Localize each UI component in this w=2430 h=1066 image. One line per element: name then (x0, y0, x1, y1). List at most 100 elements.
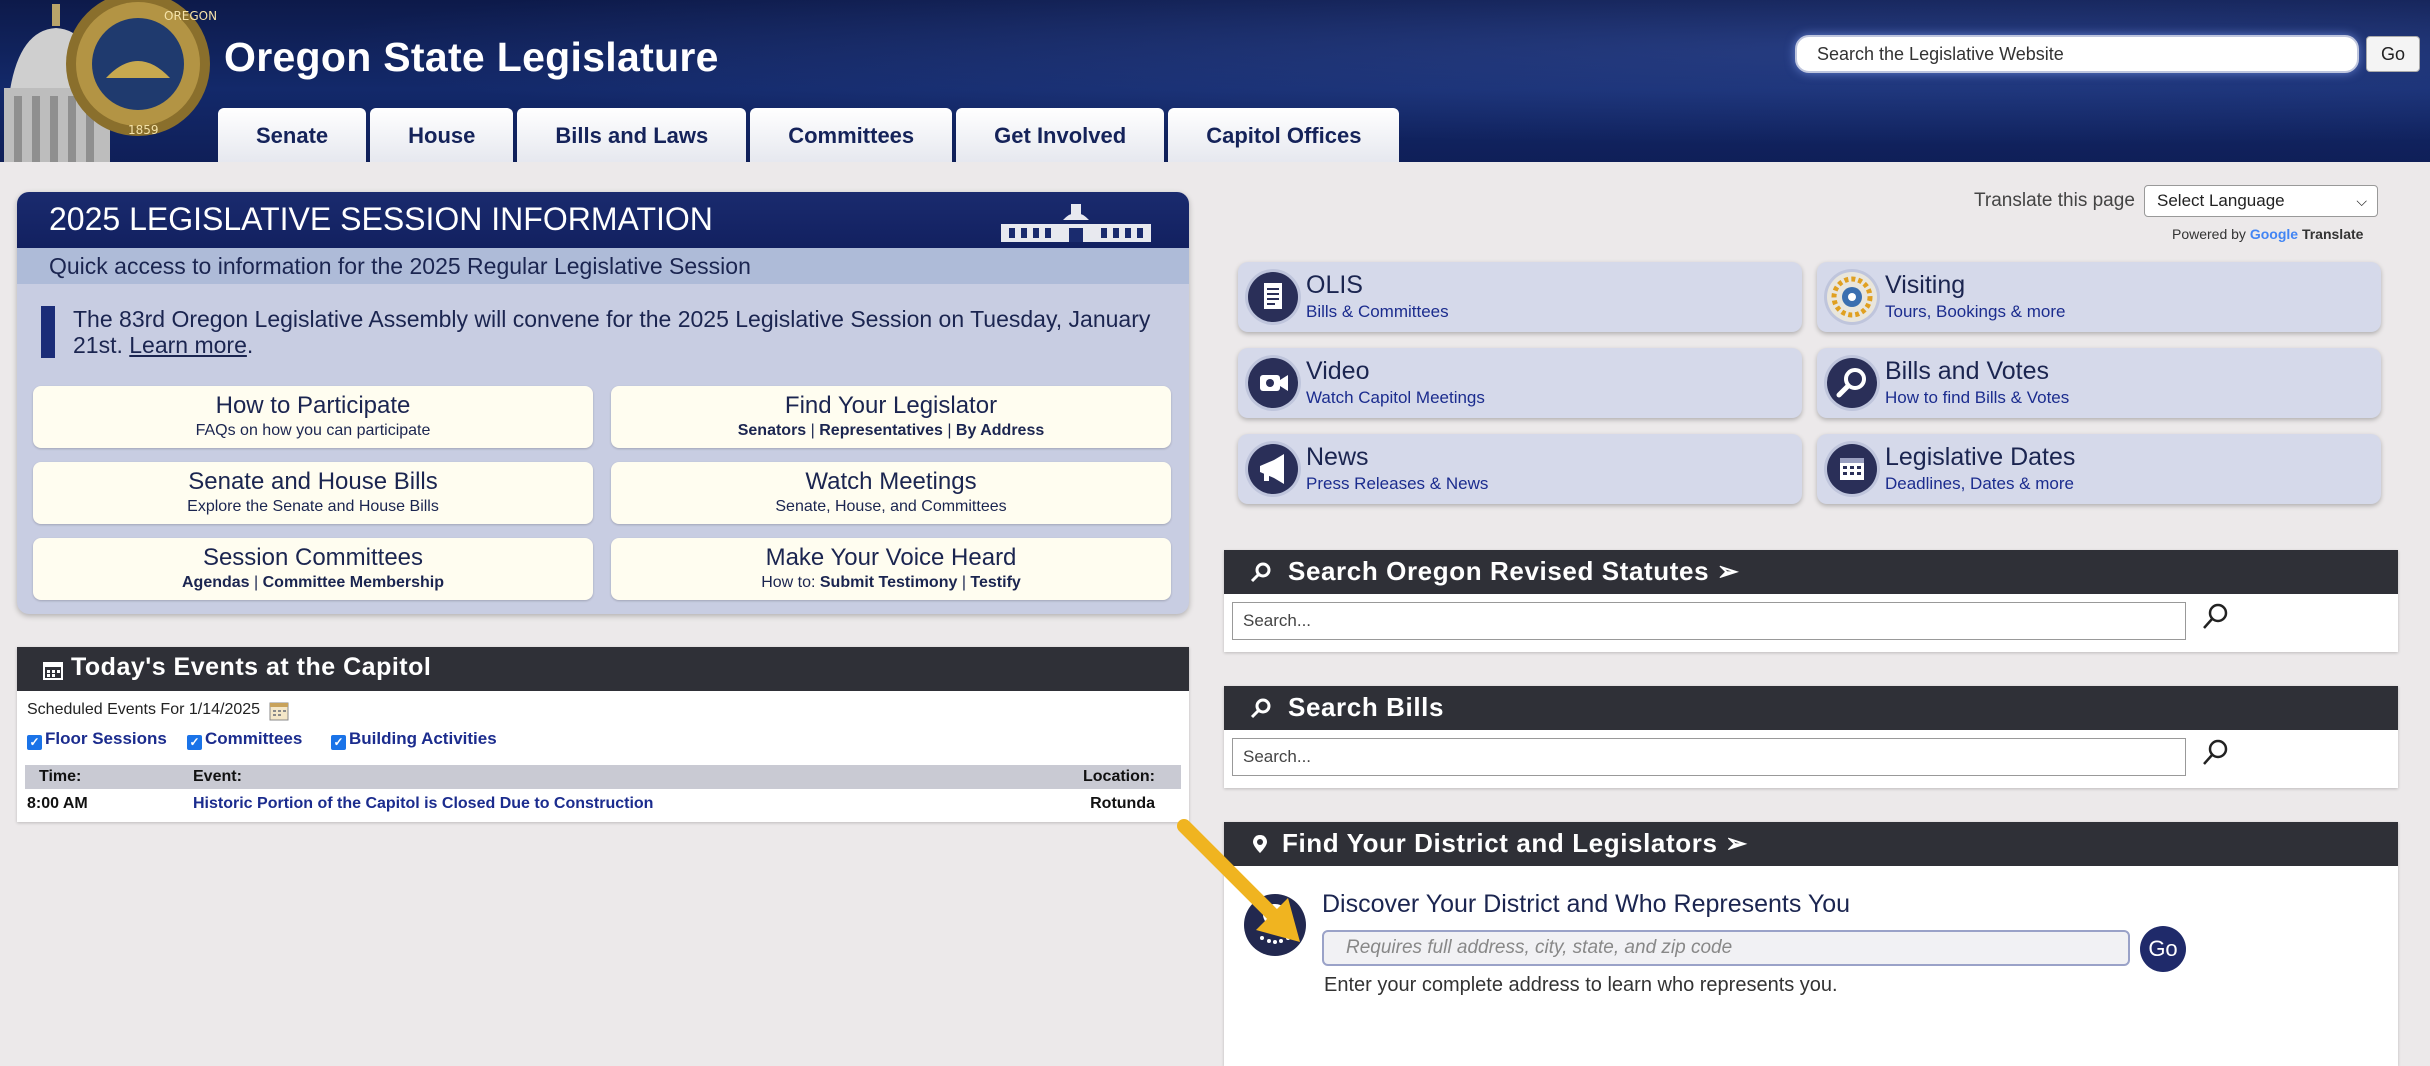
state-seal-icon: OREGON 1859 (66, 0, 217, 137)
nav-tab-bills-and-laws[interactable]: Bills and Laws (517, 108, 747, 162)
calendar-icon (1827, 444, 1877, 494)
link-separator: | (942, 422, 956, 439)
checkbox-checked-icon[interactable]: ✓ (331, 735, 346, 750)
main-nav: Senate House Bills and Laws Committees G… (218, 108, 1400, 162)
find-district-panel: Find Your District and Legislators ➢ Dis… (1224, 822, 2398, 1066)
watch-meetings-button[interactable]: Watch Meetings Senate, House, and Commit… (611, 462, 1171, 524)
committee-membership-link[interactable]: Committee Membership (263, 574, 444, 591)
senate-house-bills-button[interactable]: Senate and House Bills Explore the Senat… (33, 462, 593, 524)
search-statutes-panel: Search Oregon Revised Statutes ➢ (1224, 550, 2398, 652)
tile-subtitle: How to find Bills & Votes (1885, 388, 2070, 407)
nav-tab-capitol-offices[interactable]: Capitol Offices (1168, 108, 1400, 162)
site-search-input[interactable] (1795, 35, 2359, 73)
annotation-arrow-icon (1177, 819, 1300, 942)
tile-bills-and-votes[interactable]: Bills and Votes How to find Bills & Vote… (1817, 348, 2381, 418)
search-icon[interactable] (2200, 602, 2230, 632)
date-picker-icon[interactable] (269, 701, 289, 721)
district-hint: Enter your complete address to learn who… (1324, 974, 1838, 996)
checkbox-checked-icon[interactable]: ✓ (187, 735, 202, 750)
session-header: 2025 LEGISLATIVE SESSION INFORMATION (17, 192, 1189, 248)
search-icon[interactable] (2200, 738, 2230, 768)
button-title[interactable]: Session Committees (33, 544, 593, 572)
event-link[interactable]: Historic Portion of the Capitol is Close… (193, 795, 653, 813)
tile-title: Visiting (1885, 271, 1966, 299)
submit-testimony-link[interactable]: Submit Testimony (820, 574, 958, 591)
seal-lettering-top: OREGON (164, 9, 217, 23)
statutes-search-input[interactable] (1232, 602, 2186, 640)
language-select[interactable]: Select Language ⌵ (2144, 185, 2378, 217)
powered-by-label: Powered by (2172, 226, 2246, 242)
scheduled-events-label: Scheduled Events For 1/14/2025 (27, 701, 261, 718)
learn-more-link[interactable]: Learn more (129, 332, 247, 358)
todays-events-panel: Today's Events at the Capitol Scheduled … (17, 647, 1189, 822)
tile-title: News (1306, 443, 1369, 471)
capitol-building-icon (1001, 204, 1151, 242)
button-title: How to Participate (215, 392, 411, 419)
agendas-link[interactable]: Agendas (182, 574, 250, 591)
tile-subtitle: Tours, Bookings & more (1885, 302, 2066, 321)
translate-word: Translate (2301, 226, 2364, 242)
filter-committees[interactable]: ✓ Committees (187, 729, 302, 750)
checkbox-checked-icon[interactable]: ✓ (27, 735, 42, 750)
representatives-link[interactable]: Representatives (819, 422, 943, 439)
link-separator: | (806, 422, 820, 439)
nav-tab-senate[interactable]: Senate (218, 108, 367, 162)
filter-label: Floor Sessions (45, 729, 167, 748)
district-header[interactable]: Find Your District and Legislators ➢ (1224, 822, 2398, 866)
search-bills-panel: Search Bills (1224, 686, 2398, 788)
event-time: 8:00 AM (27, 795, 88, 812)
statutes-header[interactable]: Search Oregon Revised Statutes ➢ (1224, 550, 2398, 594)
filter-floor-sessions[interactable]: ✓ Floor Sessions (27, 729, 167, 750)
bills-search-header: Search Bills (1224, 686, 2398, 730)
tile-legislative-dates[interactable]: Legislative Dates Deadlines, Dates & mor… (1817, 434, 2381, 504)
time-column-header: Time: (39, 768, 82, 785)
site-search-go-button[interactable]: Go (2366, 36, 2420, 72)
tile-visiting[interactable]: Visiting Tours, Bookings & more (1817, 262, 2381, 332)
district-go-button[interactable]: Go (2140, 926, 2186, 972)
session-title: 2025 LEGISLATIVE SESSION INFORMATION (49, 201, 713, 237)
events-title: Today's Events at the Capitol (71, 653, 432, 681)
senators-link[interactable]: Senators (738, 422, 806, 439)
tile-news[interactable]: News Press Releases & News (1238, 434, 1802, 504)
search-icon (1250, 562, 1271, 583)
megaphone-icon (1248, 444, 1298, 494)
session-notice: The 83rd Oregon Legislative Assembly wil… (41, 306, 1203, 358)
site-title[interactable]: Oregon State Legislature (224, 34, 719, 81)
video-camera-icon (1248, 358, 1298, 408)
nav-tab-house[interactable]: House (370, 108, 514, 162)
nav-tab-committees[interactable]: Committees (750, 108, 953, 162)
by-address-link[interactable]: By Address (956, 422, 1044, 439)
calendar-icon (43, 662, 63, 680)
how-to-participate-button[interactable]: How to Participate FAQs on how you can p… (33, 386, 593, 448)
button-subtitle: FAQs on how you can participate (195, 422, 431, 439)
site-header: OREGON 1859 Oregon State Legislature Sen… (0, 0, 2430, 162)
testify-link[interactable]: Testify (970, 574, 1020, 591)
event-location: Rotunda (1090, 795, 1155, 812)
magnifier-icon (1827, 358, 1877, 408)
seal-lettering-year: 1859 (128, 123, 159, 137)
translate-label: Translate this page (1974, 190, 2135, 211)
legislator-links: Senators | Representatives | By Address (611, 422, 1171, 440)
address-input[interactable] (1322, 930, 2130, 966)
tile-title: OLIS (1306, 271, 1363, 299)
filter-building-activities[interactable]: ✓ Building Activities (331, 729, 497, 750)
tile-olis[interactable]: OLIS Bills & Committees (1238, 262, 1802, 332)
compass-icon (1827, 272, 1877, 322)
tile-title: Bills and Votes (1885, 357, 2049, 385)
tile-video[interactable]: Video Watch Capitol Meetings (1238, 348, 1802, 418)
make-your-voice-heard-button: Make Your Voice Heard How to: Submit Tes… (611, 538, 1171, 600)
location-column-header: Location: (1083, 768, 1155, 785)
events-header: Today's Events at the Capitol (17, 647, 1189, 691)
bills-search-input[interactable] (1232, 738, 2186, 776)
search-icon (1250, 698, 1271, 719)
button-title[interactable]: Make Your Voice Heard (611, 544, 1171, 572)
nav-tab-get-involved[interactable]: Get Involved (956, 108, 1165, 162)
committee-links: Agendas | Committee Membership (33, 574, 593, 592)
button-subtitle: Explore the Senate and House Bills (187, 498, 439, 515)
button-title[interactable]: Find Your Legislator (611, 392, 1171, 420)
google-logo: Google (2249, 226, 2299, 242)
link-separator: | (957, 574, 971, 591)
session-subtitle: Quick access to information for the 2025… (49, 253, 751, 279)
notice-period: . (246, 332, 254, 358)
powered-by-google[interactable]: Powered by Google Translate (2172, 226, 2363, 242)
